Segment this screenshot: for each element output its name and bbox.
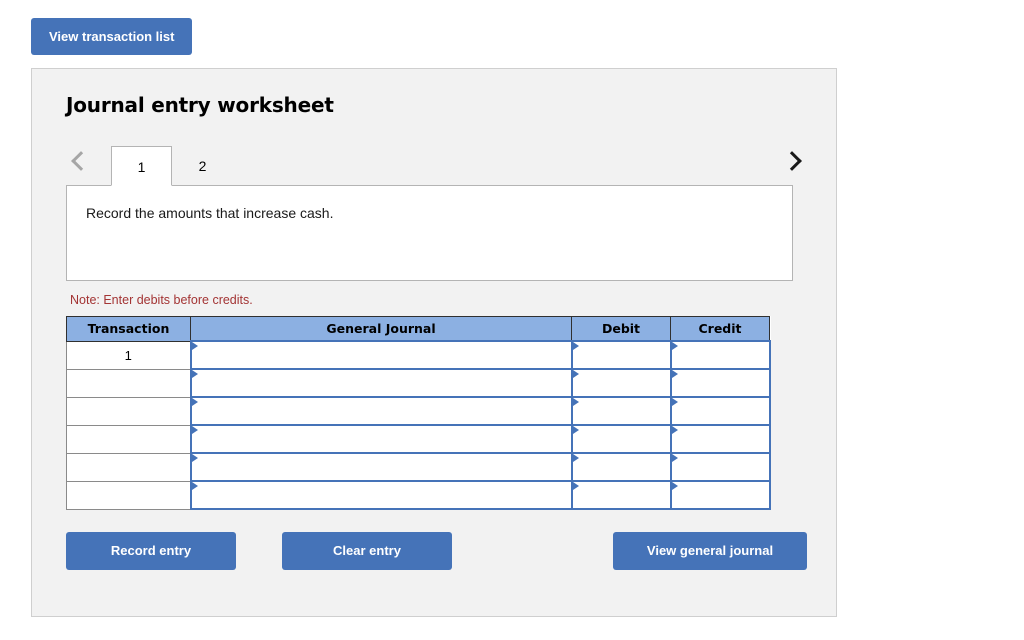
tab-list: 1 2 xyxy=(111,139,233,185)
cell-credit[interactable] xyxy=(671,481,770,509)
cell-transaction: 1 xyxy=(67,341,191,369)
cell-debit[interactable] xyxy=(572,397,671,425)
cell-marker-icon xyxy=(672,454,678,462)
table-body: 1 xyxy=(67,341,770,509)
top-toolbar: View transaction list xyxy=(0,0,1024,55)
clear-entry-button[interactable]: Clear entry xyxy=(282,532,452,570)
table-row xyxy=(67,369,770,397)
tab-page-2[interactable]: 2 xyxy=(172,145,233,185)
prev-page-button[interactable] xyxy=(66,145,92,177)
cell-marker-icon xyxy=(192,454,198,462)
cell-marker-icon xyxy=(672,342,678,350)
cell-credit[interactable] xyxy=(671,397,770,425)
note-text: Note: Enter debits before credits. xyxy=(70,293,836,307)
cell-marker-icon xyxy=(672,426,678,434)
cell-transaction xyxy=(67,453,191,481)
table-row xyxy=(67,453,770,481)
cell-marker-icon xyxy=(192,398,198,406)
cell-credit[interactable] xyxy=(671,425,770,453)
cell-general-journal[interactable] xyxy=(191,425,572,453)
cell-marker-icon xyxy=(672,482,678,490)
cell-marker-icon xyxy=(573,370,579,378)
cell-marker-icon xyxy=(192,342,198,350)
cell-marker-icon xyxy=(573,398,579,406)
chevron-right-icon xyxy=(782,151,802,171)
view-general-journal-button[interactable]: View general journal xyxy=(613,532,807,570)
page-title: Journal entry worksheet xyxy=(66,93,836,117)
cell-debit[interactable] xyxy=(572,425,671,453)
cell-transaction xyxy=(67,425,191,453)
column-header-general-journal: General Journal xyxy=(191,317,572,342)
panel-content: Journal entry worksheet 1 2 Record the a… xyxy=(32,69,836,570)
table-row xyxy=(67,425,770,453)
chevron-left-icon xyxy=(71,151,91,171)
cell-marker-icon xyxy=(192,426,198,434)
cell-marker-icon xyxy=(192,370,198,378)
cell-general-journal[interactable] xyxy=(191,453,572,481)
cell-marker-icon xyxy=(573,454,579,462)
worksheet-footer: Record entry Clear entry View general jo… xyxy=(66,532,807,570)
record-entry-button[interactable]: Record entry xyxy=(66,532,236,570)
cell-marker-icon xyxy=(573,482,579,490)
tab-page-1[interactable]: 1 xyxy=(111,146,172,186)
table-row xyxy=(67,397,770,425)
instruction-text: Record the amounts that increase cash. xyxy=(86,204,792,222)
cell-debit[interactable] xyxy=(572,481,671,509)
cell-marker-icon xyxy=(672,398,678,406)
view-transaction-list-button[interactable]: View transaction list xyxy=(31,18,192,55)
cell-credit[interactable] xyxy=(671,341,770,369)
cell-general-journal[interactable] xyxy=(191,341,572,369)
instruction-box: Record the amounts that increase cash. xyxy=(66,185,793,281)
cell-debit[interactable] xyxy=(572,341,671,369)
cell-transaction xyxy=(67,481,191,509)
column-header-credit: Credit xyxy=(671,317,770,342)
table-header: Transaction General Journal Debit Credit xyxy=(67,317,770,342)
cell-credit[interactable] xyxy=(671,453,770,481)
cell-marker-icon xyxy=(573,426,579,434)
cell-marker-icon xyxy=(672,370,678,378)
next-page-button[interactable] xyxy=(781,145,807,177)
cell-transaction xyxy=(67,369,191,397)
column-header-debit: Debit xyxy=(572,317,671,342)
cell-marker-icon xyxy=(192,482,198,490)
cell-debit[interactable] xyxy=(572,369,671,397)
cell-transaction xyxy=(67,397,191,425)
cell-credit[interactable] xyxy=(671,369,770,397)
cell-marker-icon xyxy=(573,342,579,350)
cell-general-journal[interactable] xyxy=(191,481,572,509)
journal-entry-table: Transaction General Journal Debit Credit… xyxy=(66,316,771,510)
column-header-transaction: Transaction xyxy=(67,317,191,342)
table-row: 1 xyxy=(67,341,770,369)
table-row xyxy=(67,481,770,509)
cell-general-journal[interactable] xyxy=(191,369,572,397)
table-header-row: Transaction General Journal Debit Credit xyxy=(67,317,770,342)
journal-entry-panel: Journal entry worksheet 1 2 Record the a… xyxy=(31,68,837,617)
cell-general-journal[interactable] xyxy=(191,397,572,425)
cell-debit[interactable] xyxy=(572,453,671,481)
worksheet-tabstrip: 1 2 xyxy=(66,139,799,185)
